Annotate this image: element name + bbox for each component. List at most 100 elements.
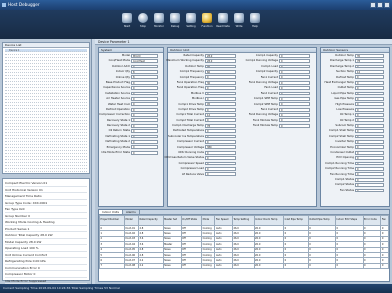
column-header[interactable]: Rated Capacity	[138, 215, 164, 226]
field-value[interactable]: 12	[205, 113, 237, 117]
field-value[interactable]: 0	[355, 86, 384, 90]
field-value[interactable]: 0	[205, 91, 237, 96]
field-value[interactable]: 78	[205, 123, 237, 128]
field-value[interactable]: 380	[205, 145, 237, 150]
field-value[interactable]: 78	[355, 59, 384, 63]
close-button[interactable]	[384, 2, 390, 8]
field-value[interactable]: 0	[205, 167, 237, 171]
field-value[interactable]: 0	[355, 172, 384, 177]
field-value[interactable]: 0	[205, 161, 237, 166]
field-value[interactable]: 35	[355, 53, 384, 58]
field-value[interactable]: 30	[205, 80, 237, 85]
field-value[interactable]: 0	[205, 140, 237, 144]
column-header[interactable]: Mode	[201, 215, 216, 226]
field-value[interactable]: 0	[355, 188, 384, 193]
field-value[interactable]: 35	[205, 64, 237, 69]
field-value[interactable]: 0	[355, 102, 384, 107]
field-value[interactable]: 0	[279, 107, 311, 112]
field-value[interactable]: 8	[131, 75, 158, 80]
field-value[interactable]: 0	[205, 96, 237, 101]
field-value[interactable]: 0	[355, 64, 384, 69]
field-value[interactable]: 0	[355, 150, 384, 155]
field-value[interactable]: 0	[205, 107, 237, 112]
column-header[interactable]: Indoor EXV Steps	[334, 215, 364, 226]
field-value[interactable]: 0	[131, 107, 158, 112]
column-header[interactable]: On/Off State	[180, 215, 203, 226]
field-value[interactable]: 0	[355, 134, 384, 139]
field-value[interactable]: 0	[355, 80, 384, 85]
column-header[interactable]: Model	[124, 215, 139, 226]
field-value[interactable]: 0	[355, 156, 384, 161]
field-value[interactable]: 12	[355, 69, 384, 74]
field-value[interactable]: 0	[131, 129, 158, 134]
field-value[interactable]: 0	[279, 118, 311, 123]
maximize-button[interactable]	[377, 2, 383, 8]
field-value[interactable]: 8	[131, 69, 158, 74]
field-value[interactable]: 0	[355, 183, 384, 187]
field-value[interactable]: 0	[355, 118, 384, 123]
toolbar-button-write[interactable]: Write	[231, 12, 247, 28]
column-header[interactable]: Fan	[380, 215, 389, 226]
column-header[interactable]: Master Set	[162, 215, 182, 226]
field-value[interactable]: 60	[205, 69, 237, 74]
field-value[interactable]: 0	[279, 75, 311, 80]
field-value[interactable]: 0	[131, 80, 158, 85]
toolbar-button-debug[interactable]: Debug	[167, 12, 183, 28]
field-value[interactable]: 0	[279, 102, 311, 107]
field-value[interactable]: 0	[205, 86, 237, 90]
field-value[interactable]: 0	[205, 150, 237, 155]
field-value[interactable]: 0	[205, 134, 237, 139]
field-value[interactable]: 0	[131, 118, 158, 123]
column-header[interactable]: Temp Setting	[231, 215, 255, 226]
toolbar-button-start[interactable]: Start	[119, 12, 135, 28]
field-value[interactable]: Cool/Heat	[131, 59, 158, 63]
field-value[interactable]: 0	[131, 150, 158, 155]
field-value[interactable]: 0	[131, 86, 158, 90]
toolbar-button-function[interactable]: Function	[199, 12, 215, 28]
field-value[interactable]: 45	[205, 102, 237, 107]
field-value[interactable]: 0	[279, 123, 311, 128]
column-header[interactable]: Indoor Room Temp	[253, 215, 285, 226]
field-value[interactable]: 0	[355, 145, 384, 150]
field-value[interactable]: MV-XX	[131, 53, 158, 58]
field-value[interactable]: 0	[279, 91, 311, 96]
column-header[interactable]: Fan Speed	[214, 215, 233, 226]
field-value[interactable]: 28.0	[205, 59, 237, 63]
tab-0[interactable]: Indoor Units	[99, 210, 123, 214]
field-value[interactable]: 0	[131, 113, 158, 117]
field-value[interactable]: 0	[131, 140, 158, 144]
field-value[interactable]: 0	[279, 53, 311, 58]
field-value[interactable]: 0	[279, 80, 311, 85]
field-value[interactable]: 0	[279, 69, 311, 74]
field-value[interactable]: 0	[279, 113, 311, 117]
toolbar-button-help[interactable]: Help	[247, 12, 263, 28]
column-header[interactable]: Outlet Pipe Temp	[307, 215, 336, 226]
field-value[interactable]: 0	[205, 129, 237, 134]
field-value[interactable]: 0	[131, 134, 158, 139]
field-value[interactable]: 0	[205, 118, 237, 123]
tree-item[interactable]	[5, 169, 87, 172]
device-tree[interactable]: Device List Device 1	[2, 42, 90, 174]
toolbar-button-monitor[interactable]: Monitor	[151, 12, 167, 28]
field-value[interactable]: 0	[355, 129, 384, 134]
minimize-button[interactable]	[370, 2, 376, 8]
field-value[interactable]: 0	[279, 64, 311, 69]
field-value[interactable]: 0	[279, 59, 311, 63]
toolbar-button-stop[interactable]: Stop	[135, 12, 151, 28]
field-value[interactable]: 0	[355, 96, 384, 101]
column-header[interactable]: Project Number	[99, 215, 125, 226]
field-value[interactable]: 0	[279, 96, 311, 101]
field-value[interactable]: 0	[131, 123, 158, 128]
field-value[interactable]: 0	[355, 113, 384, 117]
field-value[interactable]: 0	[205, 75, 237, 80]
column-header[interactable]: Inlet Pipe Temp	[283, 215, 309, 226]
field-value[interactable]: 0	[355, 91, 384, 96]
toolbar-button-read-data[interactable]: Read Data	[215, 12, 231, 28]
field-value[interactable]: 0	[131, 64, 158, 69]
field-value[interactable]: 0	[355, 75, 384, 80]
field-value[interactable]: 0	[355, 123, 384, 128]
column-header[interactable]: Error Code	[362, 215, 382, 226]
field-value[interactable]: 0	[205, 156, 237, 161]
field-value[interactable]: 0	[131, 96, 158, 101]
field-value[interactable]: 0	[131, 91, 158, 96]
